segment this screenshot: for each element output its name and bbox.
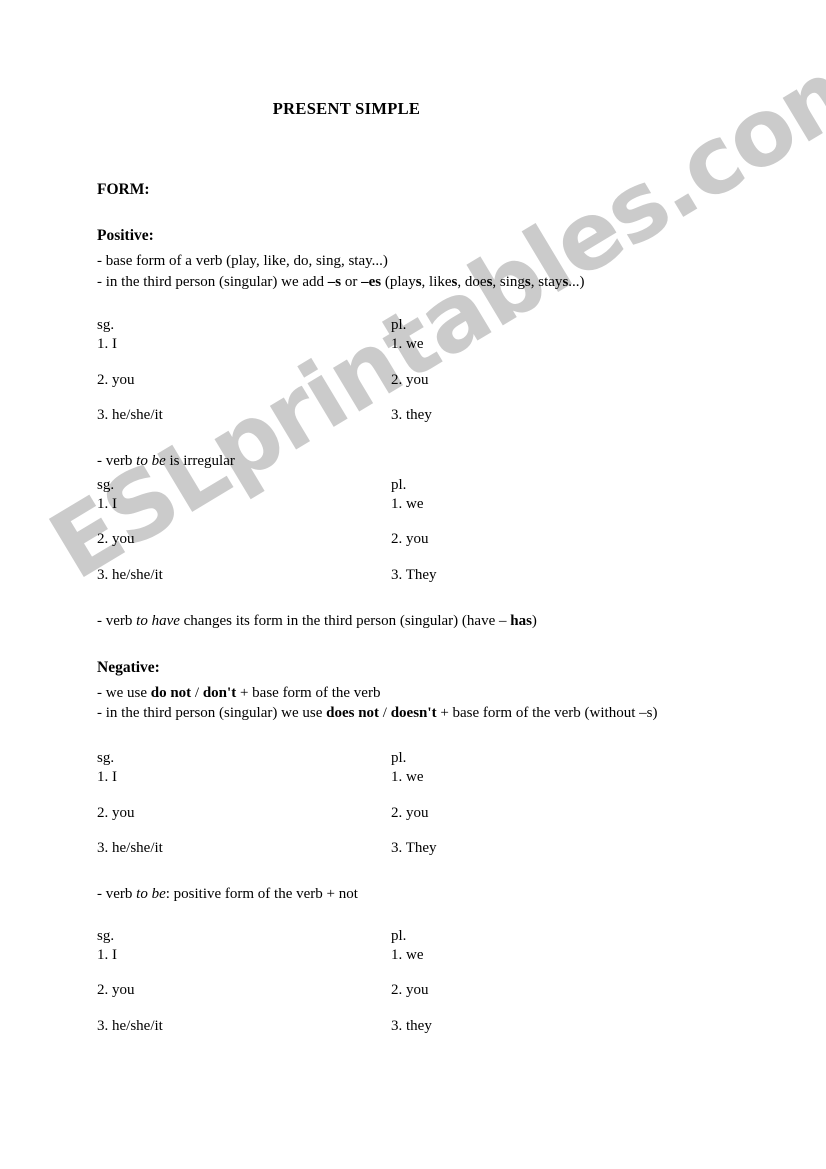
singular-header: sg. — [97, 317, 115, 334]
positive-rule-2-suffix-s: –s — [327, 273, 342, 290]
negative-rule-2: - in the third person (singular) we use … — [97, 702, 766, 723]
plural-header: pl. — [391, 477, 407, 494]
table-row: 3. they — [391, 407, 432, 424]
does-not-bold: does not — [326, 705, 380, 722]
table-row: 3. he/she/it — [97, 407, 163, 424]
positive-rule-2: - in the third person (singular) we add … — [97, 271, 766, 292]
table-row: 2. you — [97, 982, 135, 999]
note-to-be-tail: is irregular — [165, 453, 235, 470]
table-row: 3. he/she/it — [97, 840, 163, 857]
negative-rule-1: - we use do not / don't + base form of t… — [97, 677, 766, 703]
negative-rule-2-tail: + base form of the verb (without –s) — [436, 705, 658, 722]
plural-column: pl. 1. we 2. you 3. They — [391, 477, 437, 585]
verb-to-have-italic: to have — [136, 613, 180, 630]
conjugation-table-negative-to-be: sg. 1. I 2. you 3. he/she/it pl. 1. we 2… — [97, 928, 766, 1058]
table-row: 2. you — [391, 371, 429, 388]
doesnt-bold: doesn't — [390, 705, 437, 722]
table-row: 1. we — [391, 768, 424, 785]
note-to-have-mid: changes its form in the third person (si… — [179, 613, 511, 630]
plural-column: pl. 1. we 2. you 3. they — [391, 317, 432, 425]
verb-has-bold: has — [510, 613, 532, 630]
table-row: 1. I — [97, 768, 117, 785]
worksheet-page: ESLprintables.com PRESENT SIMPLE FORM: P… — [0, 0, 826, 1169]
singular-column: sg. 1. I 2. you 3. he/she/it — [97, 317, 163, 425]
table-row: 1. we — [391, 946, 424, 963]
note-neg-to-be-tail: : positive form of the verb + not — [165, 886, 358, 903]
note-verb-to-have: - verb to have changes its form in the t… — [97, 613, 766, 631]
do-not-bold: do not — [150, 684, 192, 701]
table-row: 1. I — [97, 946, 117, 963]
negative-section-label: Negative: — [97, 658, 160, 676]
plural-column: pl. 1. we 2. you 3. They — [391, 750, 437, 858]
example-2-lead: , like — [421, 273, 452, 290]
table-row: 1. I — [97, 336, 117, 353]
positive-rule-2-examples-close: ...) — [568, 273, 585, 290]
conjugation-table-negative-do: sg. 1. I 2. you 3. he/she/it pl. 1. we 2… — [97, 750, 766, 880]
table-row: 2. you — [97, 804, 135, 821]
plural-header: pl. — [391, 750, 407, 767]
note-to-have-tail: ) — [531, 613, 537, 630]
negative-rule-1-lead: - we use — [97, 684, 151, 701]
positive-rule-2-mid: or — [341, 273, 362, 290]
positive-section-label: Positive: — [97, 227, 154, 244]
negative-rule-2-mid: / — [379, 705, 391, 722]
positive-rule-2-examples-open: (play — [381, 273, 416, 290]
form-label: FORM: — [97, 181, 150, 198]
table-row: 3. They — [391, 840, 437, 857]
plural-header: pl. — [391, 317, 407, 334]
table-row: 3. They — [391, 567, 437, 584]
plural-column: pl. 1. we 2. you 3. they — [391, 928, 432, 1036]
singular-column: sg. 1. I 2. you 3. he/she/it — [97, 750, 163, 858]
negative-rule-2-lead: - in the third person (singular) we use — [97, 705, 327, 722]
table-row: 2. you — [97, 371, 135, 388]
verb-to-be-italic: to be — [136, 886, 166, 903]
positive-rule-2-suffix-es: –es — [361, 273, 382, 290]
example-5-lead: , stay — [530, 273, 563, 290]
note-to-have-lead: - verb — [97, 613, 137, 630]
negative-rule-1-tail: + base form of the verb — [236, 684, 381, 701]
page-title: PRESENT SIMPLE — [272, 99, 421, 118]
singular-column: sg. 1. I 2. you 3. he/she/it — [97, 477, 163, 585]
table-row: 3. he/she/it — [97, 567, 163, 584]
singular-header: sg. — [97, 927, 115, 944]
dont-bold: don't — [202, 684, 237, 701]
note-verb-to-be-irregular: - verb to be is irregular — [97, 453, 766, 471]
example-3-lead: , doe — [457, 273, 487, 290]
conjugation-table-positive-base: sg. 1. I 2. you 3. he/she/it pl. 1. we 2… — [97, 317, 766, 447]
table-row: 2. you — [391, 804, 429, 821]
table-row: 2. you — [391, 982, 429, 999]
table-row: 3. they — [391, 1017, 432, 1034]
conjugation-table-to-be: sg. 1. I 2. you 3. he/she/it pl. 1. we 2… — [97, 477, 766, 607]
table-row: 3. he/she/it — [97, 1017, 163, 1034]
table-row: 2. you — [391, 531, 429, 548]
singular-column: sg. 1. I 2. you 3. he/she/it — [97, 928, 163, 1036]
positive-rule-1: - base form of a verb (play, like, do, s… — [97, 253, 388, 269]
verb-to-be-italic: to be — [136, 453, 166, 470]
singular-header: sg. — [97, 477, 115, 494]
positive-rule-2-lead: - in the third person (singular) we add — [97, 273, 328, 290]
table-row: 1. I — [97, 495, 117, 512]
note-negative-to-be: - verb to be: positive form of the verb … — [97, 886, 766, 904]
table-row: 2. you — [97, 531, 135, 548]
note-neg-to-be-lead: - verb — [97, 886, 137, 903]
table-row: 1. we — [391, 495, 424, 512]
table-row: 1. we — [391, 336, 424, 353]
plural-header: pl. — [391, 927, 407, 944]
example-4-lead: , sing — [492, 273, 525, 290]
document-content: PRESENT SIMPLE FORM: Positive: - base fo… — [0, 0, 826, 1058]
negative-rule-1-mid: / — [191, 684, 203, 701]
note-to-be-lead: - verb — [97, 453, 137, 470]
singular-header: sg. — [97, 750, 115, 767]
